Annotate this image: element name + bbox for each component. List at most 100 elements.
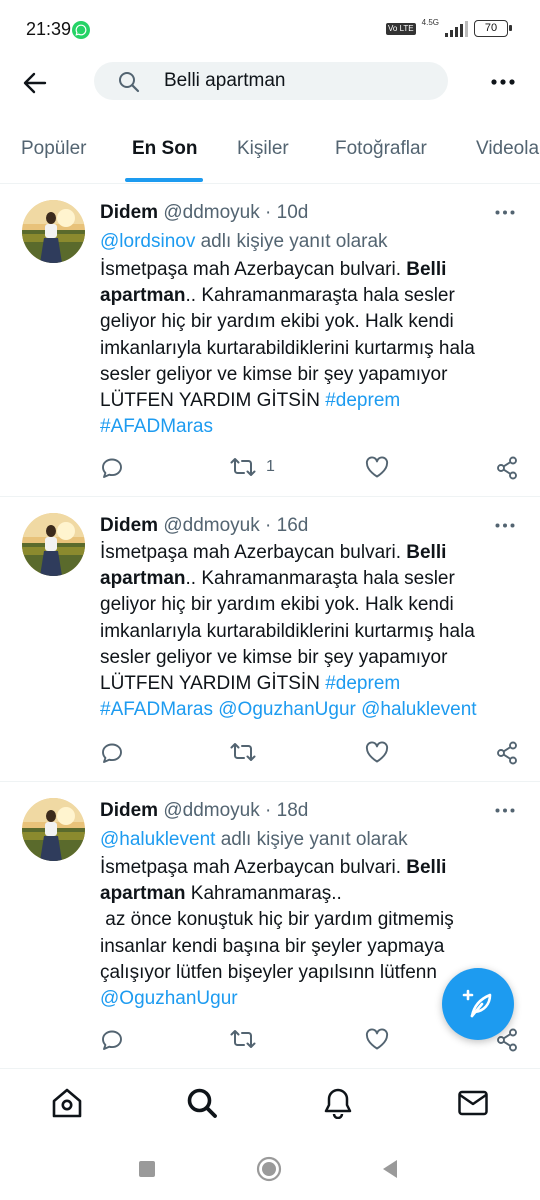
reply-button[interactable] [100, 741, 124, 765]
tweet-menu-button[interactable] [492, 202, 518, 222]
tab-people[interactable]: Kişiler [237, 138, 289, 160]
reply-context: @haluklevent adlı kişiye yanıt olarak [100, 829, 408, 851]
tweet-menu-button[interactable] [492, 800, 518, 820]
search-icon [187, 1088, 217, 1118]
search-input[interactable] [164, 62, 434, 100]
active-tab-indicator [125, 178, 203, 182]
share-button[interactable] [496, 456, 518, 480]
tweet-header: Didem @ddmoyuk · 18d [100, 800, 308, 822]
reply-context: @lordsinov adlı kişiye yanıt olarak [100, 231, 388, 253]
tweet-actions [100, 741, 520, 765]
author-handle[interactable]: @ddmoyuk [163, 515, 259, 536]
author-handle[interactable]: @ddmoyuk [163, 202, 259, 223]
status-time: 21:39 [26, 19, 72, 39]
tweet-text-part: İsmetpaşa mah Azerbaycan bulvari. [100, 542, 407, 563]
tweet-text-part: Kahramanmaraş.. [185, 883, 342, 905]
back-nav-button[interactable] [377, 1156, 403, 1182]
retweet-button[interactable] [230, 741, 256, 763]
recents-button[interactable] [134, 1156, 160, 1182]
tweet[interactable]: Didem @ddmoyuk · 16d İsmetpaşa mah Azerb… [0, 497, 540, 782]
tab-popular[interactable]: Popüler [21, 138, 87, 160]
home-icon [52, 1088, 82, 1118]
hashtag-link[interactable]: #AFADMaras [100, 699, 213, 720]
retweet-count: 1 [266, 458, 275, 475]
author-name[interactable]: Didem [100, 202, 158, 223]
retweet-icon [230, 1030, 256, 1048]
reply-mention[interactable]: @lordsinov [100, 231, 195, 252]
circle-icon [256, 1156, 282, 1182]
avatar[interactable] [22, 513, 85, 576]
mention-link[interactable]: @haluklevent [361, 699, 476, 720]
tweet-time: · 16d [265, 515, 309, 536]
mention-link[interactable]: @OguzhanUgur [100, 988, 238, 1009]
tweet-text: İsmetpaşa mah Azerbaycan bulvari. Belli … [100, 257, 510, 440]
avatar[interactable] [22, 200, 85, 263]
bottom-nav [0, 1068, 540, 1138]
compose-feather-icon [462, 989, 492, 1018]
battery-icon: 70 [474, 20, 512, 37]
reply-button[interactable] [100, 456, 124, 480]
compose-tweet-button[interactable] [442, 968, 514, 1040]
search-tabs: Popüler En Son Kişiler Fotoğraflar Video… [0, 120, 540, 184]
reply-mention[interactable]: @haluklevent [100, 829, 215, 850]
tab-videos[interactable]: Videolar [476, 138, 540, 160]
retweet-button[interactable] [230, 1028, 256, 1050]
nav-notifications[interactable] [320, 1085, 356, 1121]
author-name[interactable]: Didem [100, 800, 158, 821]
mail-icon [458, 1090, 488, 1116]
tweet-text-part: İsmetpaşa mah Azerbaycan bulvari. [100, 259, 407, 280]
system-navigation-bar [0, 1138, 540, 1200]
hashtag-link[interactable]: #deprem [325, 390, 400, 411]
status-indicators: Vo LTE 4.5G 70 [386, 18, 512, 37]
author-name[interactable]: Didem [100, 515, 158, 536]
search-icon [119, 72, 140, 93]
more-horizontal-icon [495, 523, 515, 527]
retweet-icon [230, 458, 256, 476]
search-box[interactable] [94, 62, 448, 100]
nav-search[interactable] [184, 1085, 220, 1121]
author-handle[interactable]: @ddmoyuk [163, 800, 259, 821]
bell-icon [324, 1088, 352, 1119]
tweet-text: İsmetpaşa mah Azerbaycan bulvari. Belli … [100, 540, 510, 723]
avatar[interactable] [22, 798, 85, 861]
retweet-button[interactable]: 1 [230, 456, 275, 478]
hashtag-link[interactable]: #deprem [325, 673, 400, 694]
tweet-time: · 18d [265, 800, 309, 821]
more-options-button[interactable] [488, 70, 518, 94]
nav-messages[interactable] [455, 1085, 491, 1121]
home-button[interactable] [256, 1156, 282, 1182]
hashtag-link[interactable]: #AFADMaras [100, 416, 213, 437]
heart-icon [365, 1028, 389, 1050]
more-horizontal-icon [495, 808, 515, 812]
tab-photos[interactable]: Fotoğraflar [335, 138, 427, 160]
tweet-header: Didem @ddmoyuk · 16d [100, 515, 308, 537]
search-header [0, 58, 540, 120]
share-icon [497, 456, 517, 480]
back-button[interactable] [18, 66, 52, 100]
tab-latest[interactable]: En Son [132, 138, 197, 160]
volte-badge: Vo LTE [386, 22, 416, 35]
nav-home[interactable] [49, 1085, 85, 1121]
reply-icon [102, 743, 122, 763]
like-button[interactable] [365, 741, 389, 763]
tweet-menu-button[interactable] [492, 515, 518, 535]
like-button[interactable] [365, 456, 389, 478]
tweet-text-part: az önce konuştuk hiç bir yardım gitmemiş… [100, 909, 454, 983]
share-icon [497, 741, 517, 765]
more-horizontal-icon [495, 210, 515, 214]
battery-level: 70 [484, 22, 498, 34]
reply-button[interactable] [100, 1028, 124, 1052]
reply-suffix: adlı kişiye yanıt olarak [195, 231, 388, 252]
reply-icon [102, 458, 122, 478]
share-button[interactable] [496, 741, 518, 765]
tweet-header: Didem @ddmoyuk · 10d [100, 202, 308, 224]
network-label: 4.5G [421, 18, 439, 27]
like-button[interactable] [365, 1028, 389, 1050]
mention-link[interactable]: @OguzhanUgur [218, 699, 356, 720]
signal-icon [445, 20, 468, 37]
reply-icon [102, 1030, 122, 1050]
status-bar: 21:39 Vo LTE 4.5G 70 [0, 0, 540, 58]
tweet[interactable]: Didem @ddmoyuk · 10d @lordsinov adlı kiş… [0, 184, 540, 497]
retweet-icon [230, 743, 256, 761]
whatsapp-icon [72, 21, 90, 39]
